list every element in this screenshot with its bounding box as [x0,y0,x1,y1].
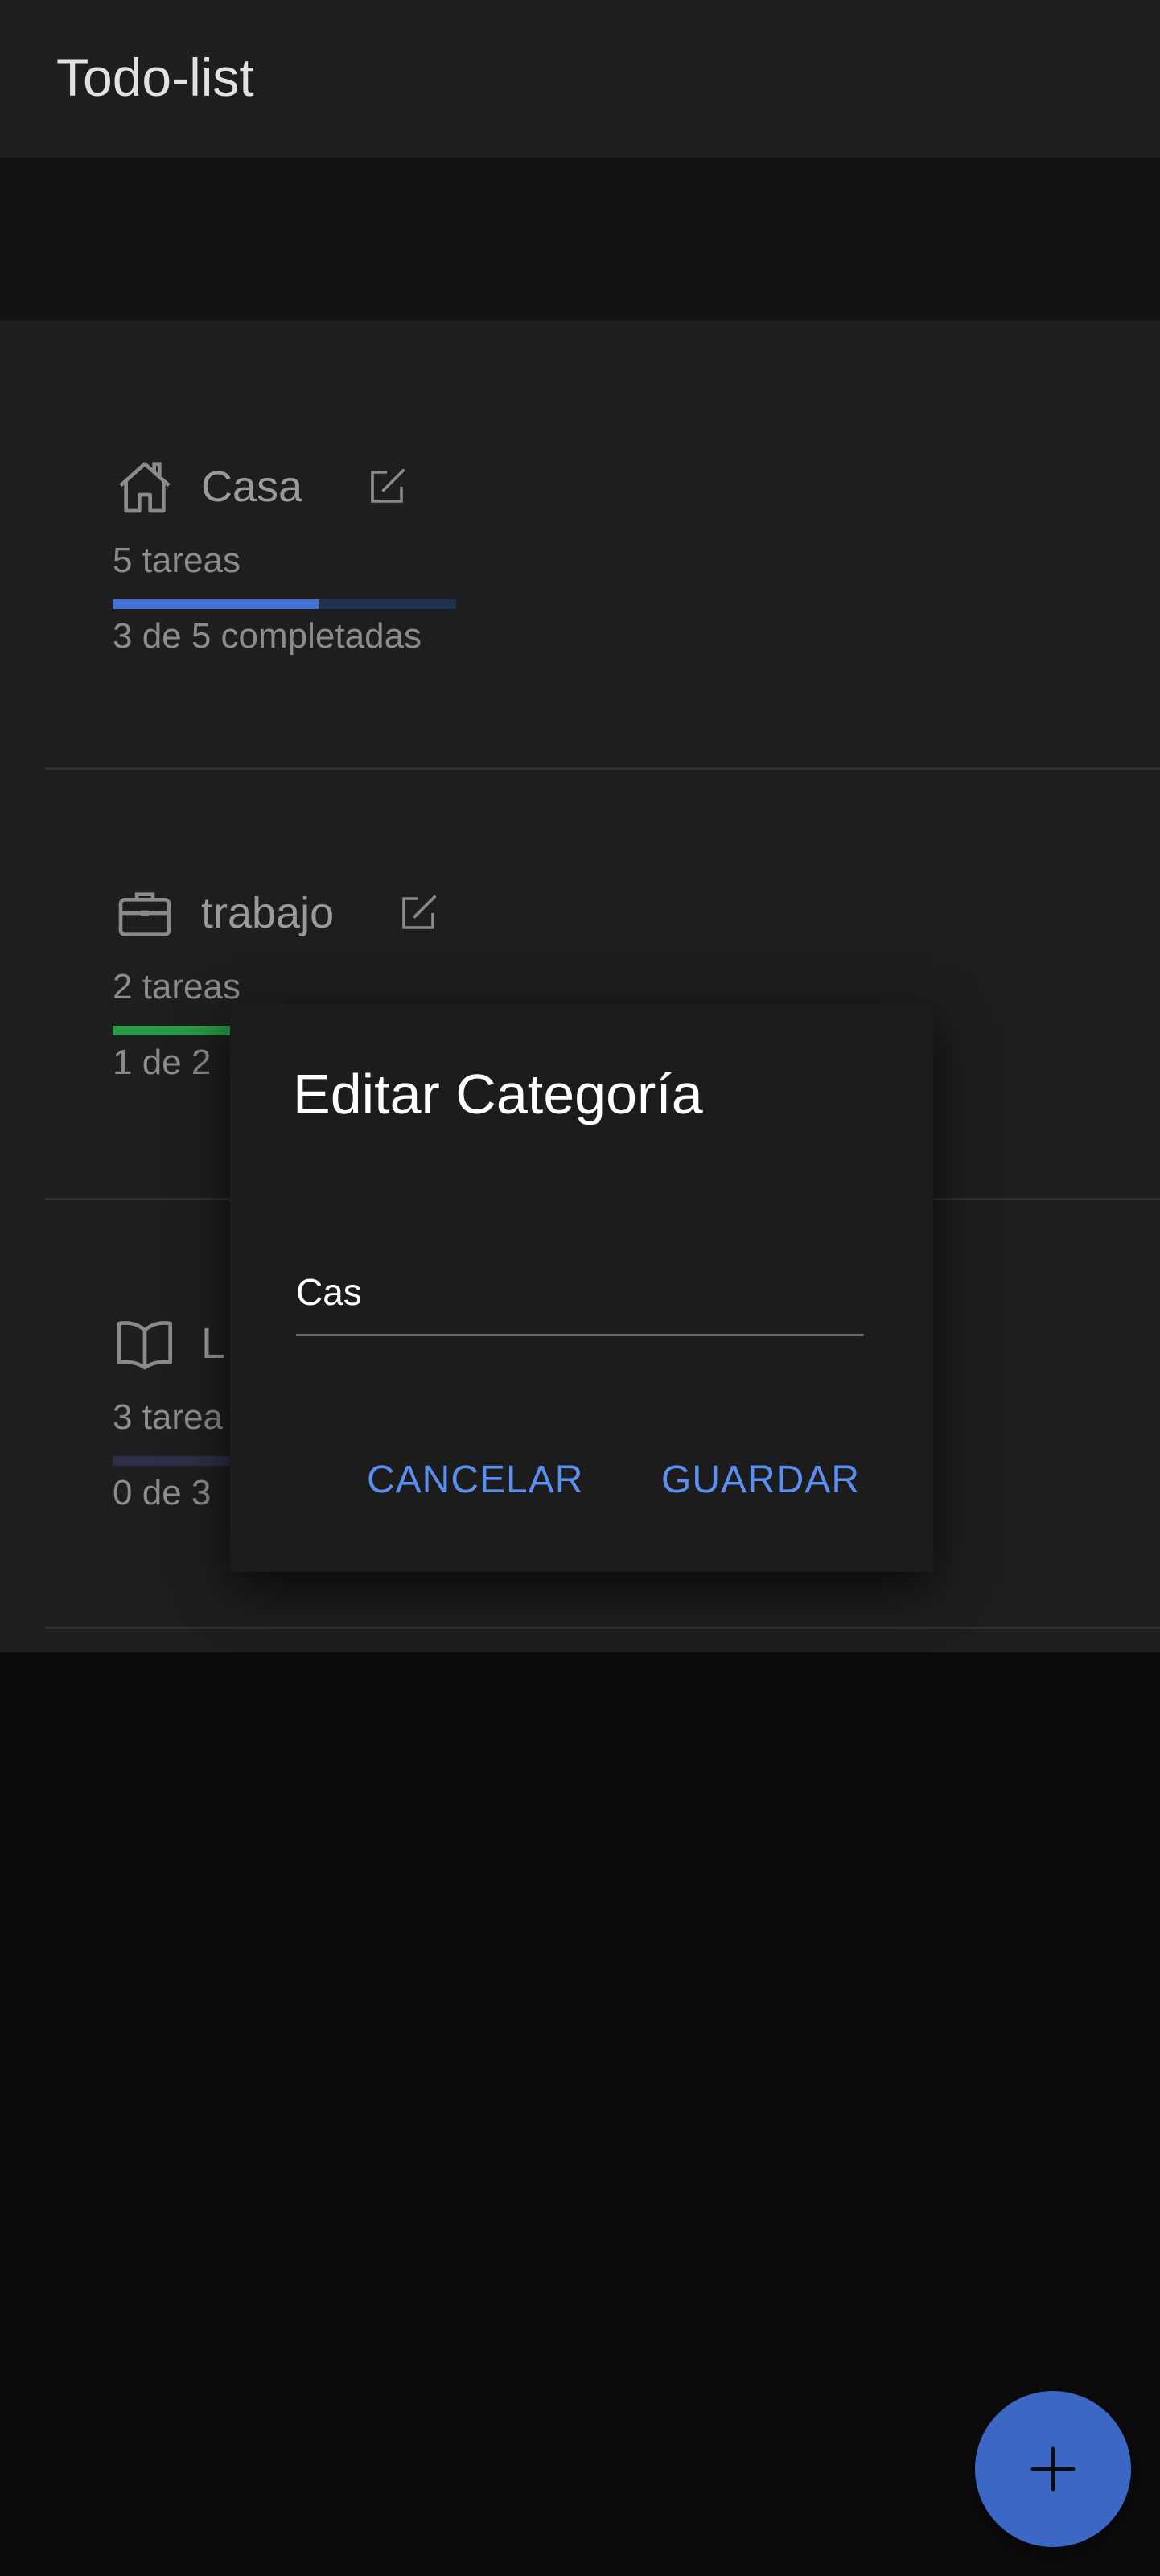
home-icon [119,462,171,513]
cancel-button[interactable]: CANCELAR [367,1458,583,1502]
divider [45,1627,1160,1629]
category-name-input[interactable] [296,1258,864,1336]
completed-label: 1 de 2 [113,1043,212,1082]
category-header: Casa [113,451,409,523]
category-name: trabajo [201,889,335,937]
app-title: Todo-list [56,47,254,107]
category-name: L [201,1319,226,1368]
category-header: L [113,1307,225,1380]
task-count: 3 tarea [113,1397,223,1437]
task-count: 2 tareas [113,967,241,1006]
dialog-title: Editar Categoría [293,1063,703,1125]
completed-label: 3 de 5 completadas [113,616,422,656]
briefcase-icon [118,892,171,936]
plus-icon [1030,2446,1076,2492]
add-category-button[interactable] [975,2391,1131,2547]
progress-fill [113,599,319,609]
book-icon [117,1321,173,1370]
edit-category-dialog: Editar Categoría CANCELAR GUARDAR [230,1004,933,1572]
edit-icon[interactable] [365,465,409,508]
app-bar: Todo-list [0,0,1160,158]
task-count: 5 tareas [113,541,241,580]
edit-icon[interactable] [397,891,440,935]
category-card-casa[interactable]: Casa 5 tareas 3 de 5 completadas [0,320,1160,767]
search-bar [0,158,1160,425]
category-header: trabajo [113,877,440,949]
save-button[interactable]: GUARDAR [661,1458,860,1502]
category-name: Casa [201,463,303,511]
progress-bar [113,599,456,609]
completed-label: 0 de 3 [113,1473,212,1512]
